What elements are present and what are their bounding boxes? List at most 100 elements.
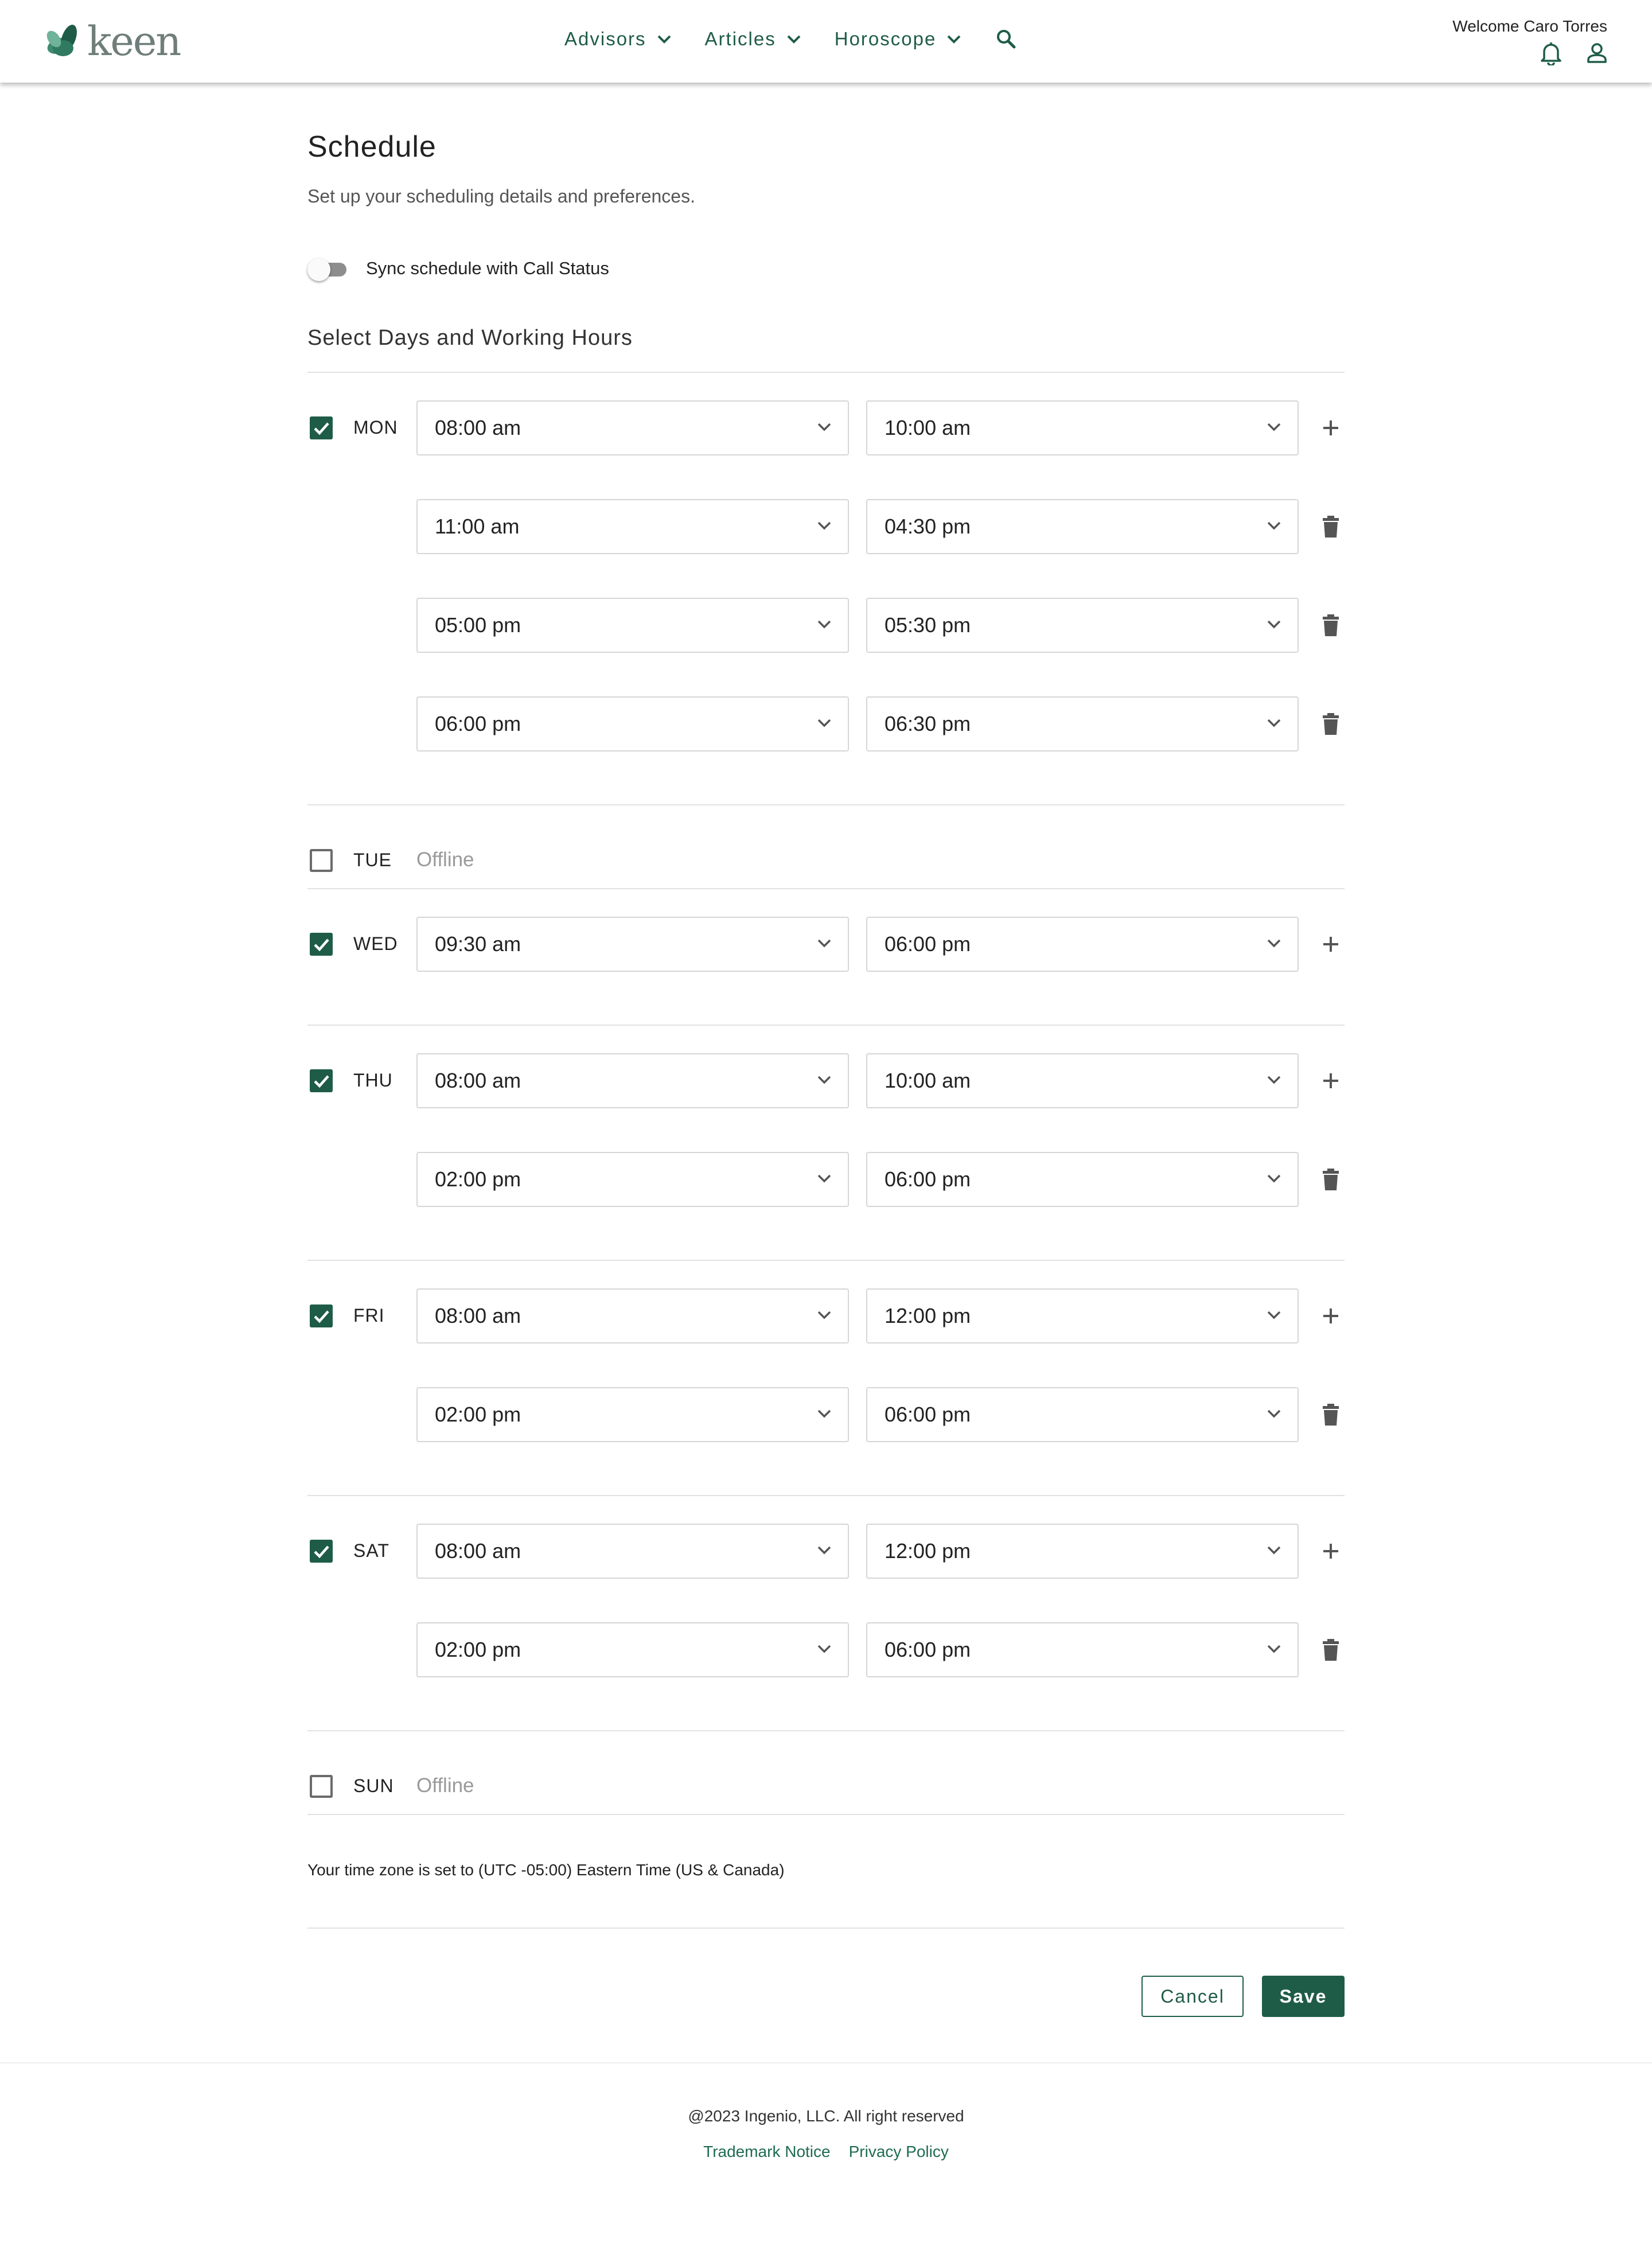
end-time-select[interactable]: 05:30 pm	[866, 598, 1299, 653]
checkmark-icon	[314, 1545, 329, 1559]
end-time-select[interactable]: 10:00 am	[866, 400, 1299, 455]
notifications-button[interactable]	[1540, 40, 1563, 65]
start-time-select[interactable]: 02:00 pm	[416, 1622, 849, 1677]
end-time-select[interactable]: 06:00 pm	[866, 1622, 1299, 1677]
start-time-select[interactable]: 08:00 am	[416, 1053, 849, 1108]
chevron-down-icon	[1267, 719, 1281, 727]
checkmark-icon	[314, 1310, 329, 1323]
end-time-select[interactable]: 04:30 pm	[866, 499, 1299, 554]
day-checkbox-mon[interactable]	[310, 416, 333, 439]
start-time-select[interactable]: 09:30 am	[416, 917, 849, 972]
cancel-button[interactable]: Cancel	[1141, 1976, 1244, 2017]
day-label: SUN	[353, 1775, 394, 1796]
chevron-down-icon	[817, 1645, 831, 1653]
divider	[307, 1814, 1345, 1815]
chevron-down-icon	[1267, 620, 1281, 629]
chevron-wrap	[817, 620, 832, 632]
page-title: Schedule	[307, 130, 437, 163]
end-time-select[interactable]: 06:30 pm	[866, 696, 1299, 751]
delete-slot-button[interactable]	[1317, 612, 1345, 639]
day-checkbox-thu[interactable]	[310, 1069, 333, 1092]
add-slot-button[interactable]	[1317, 1302, 1345, 1330]
chevron-wrap	[817, 521, 832, 533]
delete-slot-button[interactable]	[1317, 1401, 1345, 1428]
start-time-select[interactable]: 11:00 am	[416, 499, 849, 554]
trash-icon	[1323, 1639, 1339, 1661]
privacy-policy-link[interactable]: Privacy Policy	[849, 2143, 949, 2161]
chevron-down-icon	[817, 1076, 831, 1084]
selected-time: 02:00 pm	[435, 1167, 521, 1191]
selected-time: 08:00 am	[435, 416, 521, 439]
trash-icon	[1323, 1404, 1339, 1426]
nav-horoscope-label: Horoscope	[834, 28, 937, 49]
plus-icon	[1323, 1073, 1338, 1088]
selected-time: 06:00 pm	[435, 712, 521, 735]
selected-time: 06:00 pm	[885, 932, 971, 956]
nav-advisors[interactable]: Advisors	[564, 28, 672, 50]
add-slot-button[interactable]	[1317, 1067, 1345, 1095]
selected-time: 06:00 pm	[885, 1167, 971, 1191]
logo-text: keen	[87, 18, 181, 65]
divider	[307, 804, 1345, 805]
chevron-wrap	[1267, 1075, 1281, 1087]
delete-slot-button[interactable]	[1317, 513, 1345, 540]
delete-slot-button[interactable]	[1317, 1636, 1345, 1664]
checkmark-icon	[314, 422, 329, 435]
selected-time: 08:00 am	[435, 1069, 521, 1092]
nav-articles[interactable]: Articles	[705, 28, 801, 50]
chevron-wrap	[817, 422, 832, 434]
chevron-down-icon	[1267, 1409, 1281, 1418]
trash-icon	[1323, 1169, 1339, 1190]
end-time-select[interactable]: 12:00 pm	[866, 1288, 1299, 1344]
add-slot-button[interactable]	[1317, 414, 1345, 442]
delete-slot-button[interactable]	[1317, 710, 1345, 738]
selected-time: 11:00 am	[435, 515, 520, 538]
footer-links: Trademark Notice Privacy Policy	[0, 2143, 1652, 2161]
selected-time: 10:00 am	[885, 416, 971, 439]
selected-time: 09:30 am	[435, 932, 521, 956]
day-label: WED	[353, 933, 398, 954]
trademark-notice-link[interactable]: Trademark Notice	[703, 2143, 830, 2161]
day-checkbox-tue[interactable]	[310, 849, 333, 872]
selected-time: 06:00 pm	[885, 1638, 971, 1661]
sync-toggle[interactable]	[307, 257, 346, 281]
start-time-select[interactable]: 08:00 am	[416, 1524, 849, 1579]
add-slot-button[interactable]	[1317, 930, 1345, 958]
chevron-down-icon	[817, 939, 831, 948]
end-time-select[interactable]: 06:00 pm	[866, 1387, 1299, 1442]
start-time-select[interactable]: 08:00 am	[416, 400, 849, 455]
add-slot-button[interactable]	[1317, 1537, 1345, 1565]
start-time-select[interactable]: 08:00 am	[416, 1288, 849, 1344]
search-button[interactable]	[995, 28, 1018, 50]
end-time-select[interactable]: 12:00 pm	[866, 1524, 1299, 1579]
nav-horoscope[interactable]: Horoscope	[835, 28, 962, 50]
chevron-wrap	[817, 939, 832, 951]
day-checkbox-sun[interactable]	[310, 1775, 333, 1798]
day-checkbox-fri[interactable]	[310, 1304, 333, 1327]
start-time-select[interactable]: 06:00 pm	[416, 696, 849, 751]
start-time-select[interactable]: 02:00 pm	[416, 1152, 849, 1207]
toggle-knob	[307, 258, 330, 281]
selected-time: 05:30 pm	[885, 613, 971, 637]
plus-icon	[1323, 420, 1338, 435]
nav-articles-label: Articles	[704, 28, 776, 49]
end-time-select[interactable]: 06:00 pm	[866, 917, 1299, 972]
start-time-select[interactable]: 02:00 pm	[416, 1387, 849, 1442]
chevron-down-icon	[657, 35, 671, 44]
keen-logo[interactable]: keen	[46, 18, 181, 65]
offline-label: Offline	[416, 848, 474, 871]
delete-slot-button[interactable]	[1317, 1166, 1345, 1193]
profile-button[interactable]	[1585, 41, 1608, 64]
day-checkbox-wed[interactable]	[310, 933, 333, 956]
day-checkbox-sat[interactable]	[310, 1540, 333, 1563]
chevron-wrap	[1267, 1174, 1281, 1186]
plus-icon	[1323, 1544, 1338, 1559]
start-time-select[interactable]: 05:00 pm	[416, 598, 849, 653]
save-button[interactable]: Save	[1262, 1976, 1345, 2017]
chevron-down-icon	[817, 1546, 831, 1555]
timezone-text: Your time zone is set to (UTC -05:00) Ea…	[307, 1861, 785, 1879]
end-time-select[interactable]: 10:00 am	[866, 1053, 1299, 1108]
end-time-select[interactable]: 06:00 pm	[866, 1152, 1299, 1207]
checkmark-icon	[314, 939, 329, 952]
copyright-text: @2023 Ingenio, LLC. All right reserved	[688, 2107, 964, 2125]
